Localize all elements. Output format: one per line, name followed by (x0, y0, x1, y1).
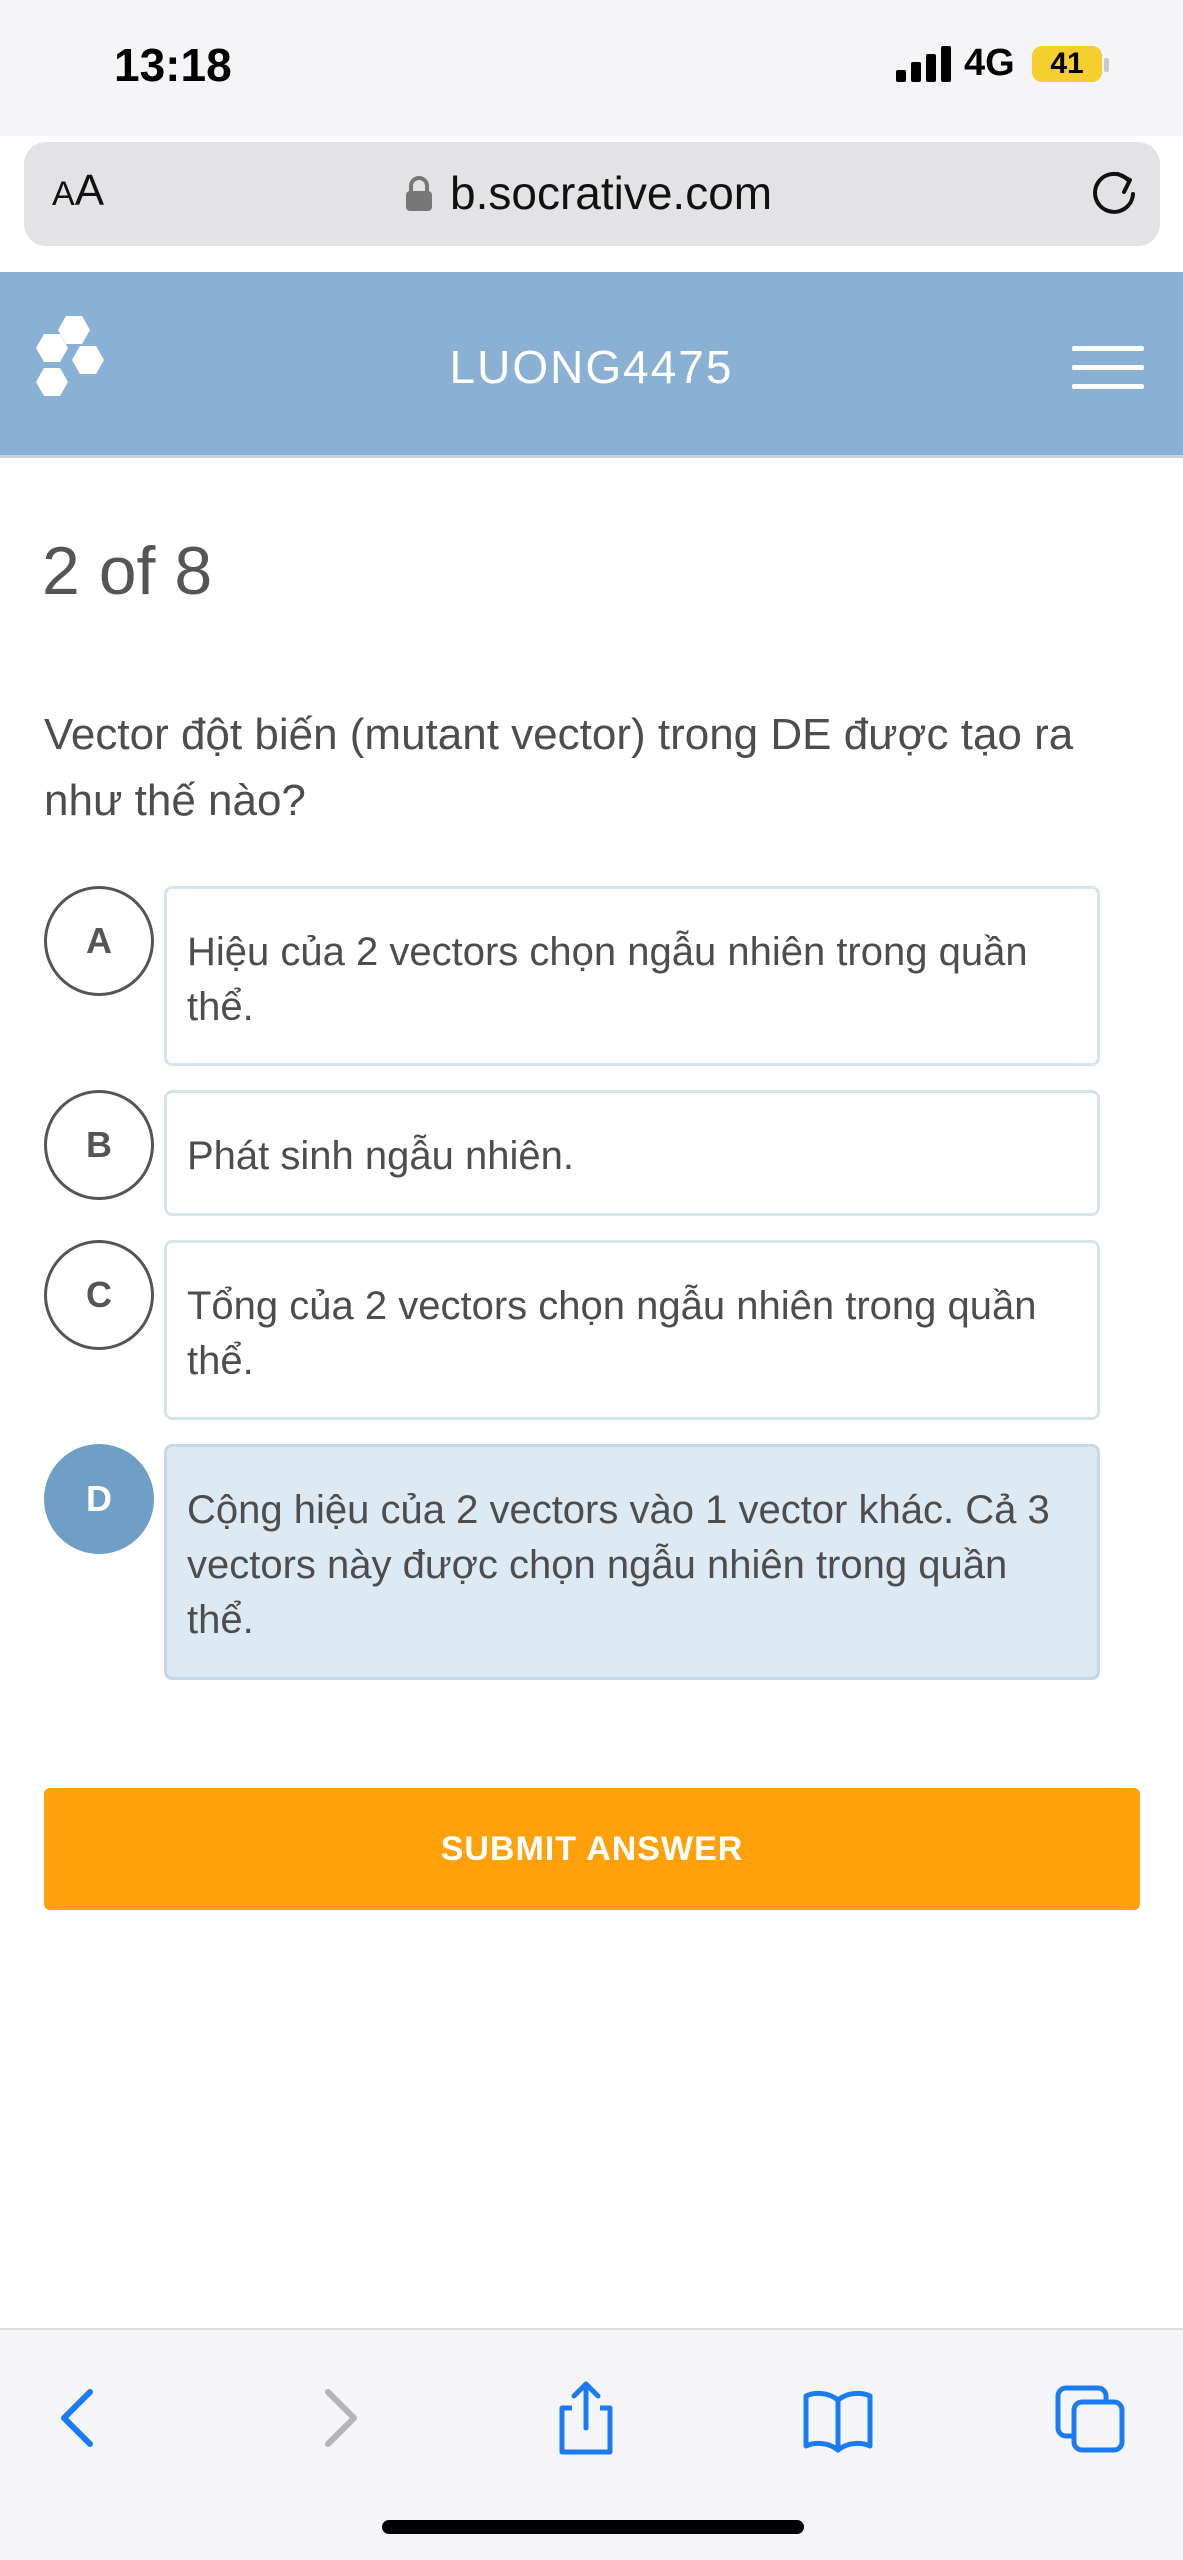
cellular-signal-icon (896, 46, 951, 82)
status-time: 13:18 (114, 39, 232, 91)
question-text: Vector đột biến (mutant vector) trong DE… (44, 710, 1074, 825)
lock-icon (406, 176, 432, 211)
home-indicator[interactable] (382, 2520, 804, 2534)
option-text-b[interactable]: Phát sinh ngẫu nhiên. (164, 1090, 1100, 1216)
option-text-c[interactable]: Tổng của 2 vectors chọn ngẫu nhiên trong… (164, 1240, 1100, 1420)
forward-icon[interactable] (298, 2378, 378, 2458)
address-bar[interactable]: AA b.socrative.com (24, 142, 1160, 246)
reload-icon[interactable] (1084, 164, 1144, 224)
network-type: 4G (964, 42, 1015, 84)
url-text[interactable]: b.socrative.com (450, 166, 772, 220)
option-letter-d[interactable]: D (44, 1444, 154, 1554)
room-name: LUONG4475 (449, 341, 734, 393)
option-letter-b[interactable]: B (44, 1090, 154, 1200)
option-letter-c[interactable]: C (44, 1240, 154, 1350)
battery-icon: 41 (1032, 46, 1102, 82)
hamburger-menu-icon[interactable] (1072, 346, 1144, 390)
battery-cap (1104, 58, 1109, 72)
share-icon[interactable] (546, 2378, 626, 2458)
back-icon[interactable] (40, 2378, 120, 2458)
bookmarks-icon[interactable] (798, 2378, 878, 2458)
option-letter-a[interactable]: A (44, 886, 154, 996)
tabs-icon[interactable] (1050, 2378, 1130, 2458)
option-text-d[interactable]: Cộng hiệu của 2 vectors vào 1 vector khá… (164, 1444, 1100, 1680)
submit-answer-button[interactable]: SUBMIT ANSWER (44, 1788, 1140, 1910)
page: 13:18 4G 41 AA b.socrative.com LUONG4475… (0, 0, 1183, 2560)
reader-options-button[interactable]: AA (52, 166, 104, 216)
app-header: LUONG4475 (0, 272, 1183, 458)
status-bar: 13:18 4G 41 (0, 0, 1183, 136)
option-text-a[interactable]: Hiệu của 2 vectors chọn ngẫu nhiên trong… (164, 886, 1100, 1066)
question-progress: 2 of 8 (42, 533, 213, 609)
